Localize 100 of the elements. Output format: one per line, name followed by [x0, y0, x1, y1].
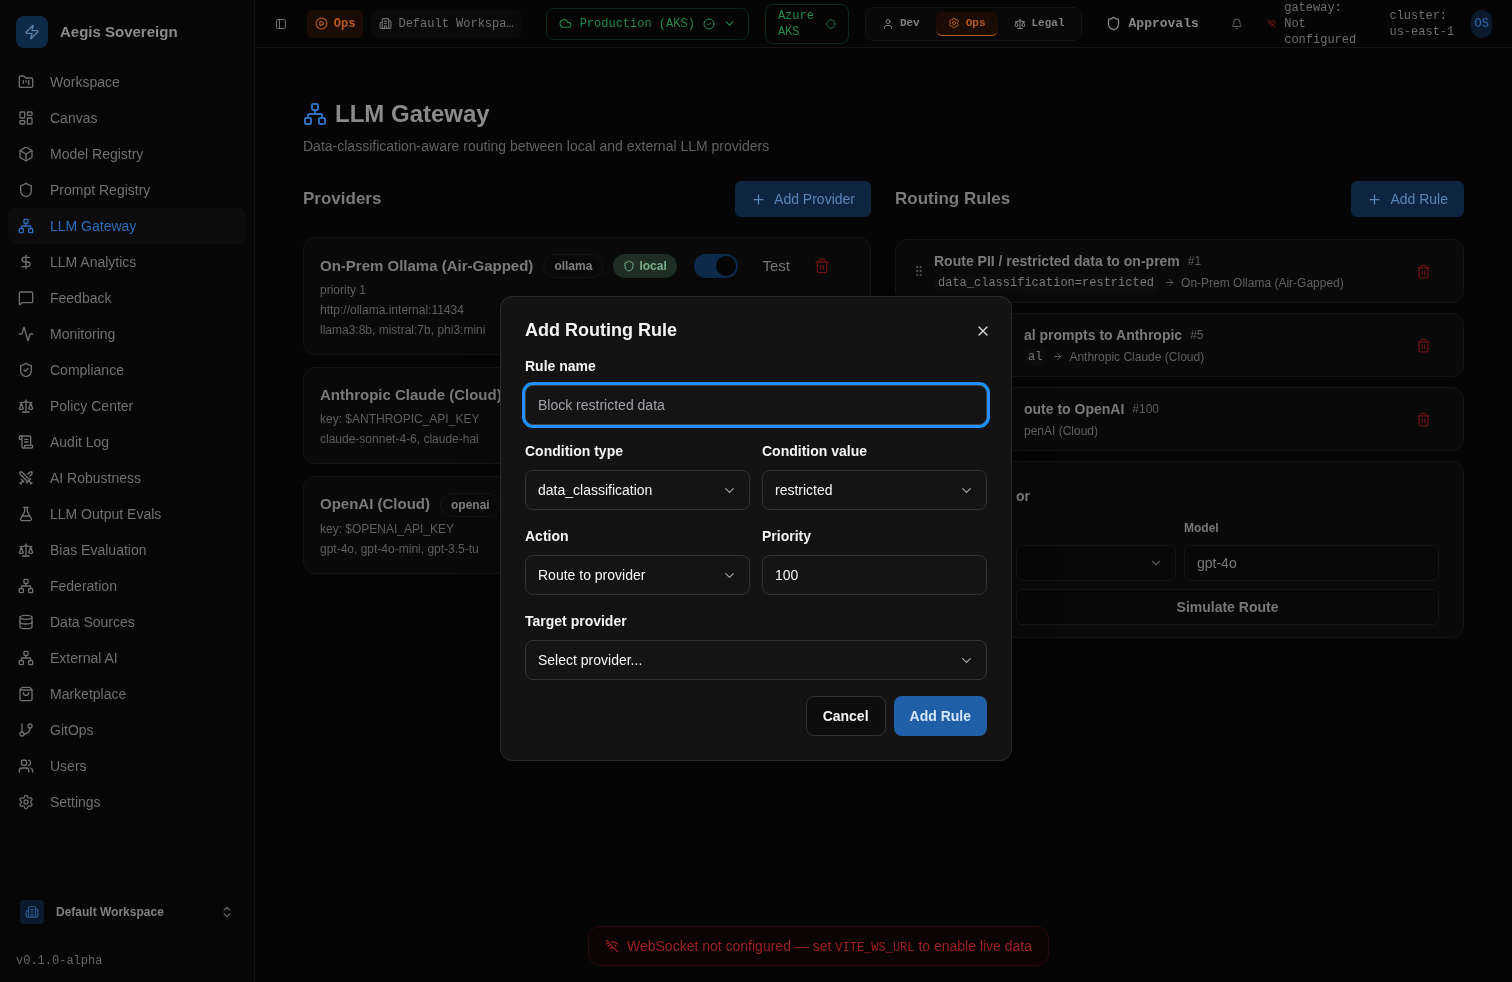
trash-icon[interactable] — [1416, 263, 1431, 279]
scale-icon — [18, 542, 34, 558]
rule-priority: #5 — [1190, 327, 1204, 344]
cluster-status: cluster: us-east-1 — [1389, 7, 1456, 40]
notifications-icon[interactable] — [1230, 15, 1243, 32]
select-field[interactable]: Select provider... — [525, 640, 987, 680]
user-avatar[interactable]: OS — [1471, 9, 1492, 38]
environment-selector[interactable]: Production (AKS) — [545, 7, 749, 40]
text-field[interactable]: 100 — [762, 555, 987, 595]
workspace-name: Default Workspace — [56, 904, 165, 921]
sidebar-item[interactable]: Audit Log — [8, 424, 246, 460]
provider-detail: claude-sonnet-4-6, claude-hai — [320, 430, 479, 447]
branch-icon — [18, 722, 34, 738]
toggle-switch[interactable] — [694, 254, 739, 278]
test-button[interactable]: Test — [762, 254, 790, 278]
sidebar-item[interactable]: Users — [8, 748, 246, 784]
provider-detail: priority 1 — [320, 282, 366, 298]
section-heading: Routing Rules — [895, 188, 1011, 211]
sidebar-item[interactable]: Compliance — [8, 352, 246, 388]
sidebar-item[interactable]: Workspace — [8, 64, 246, 100]
swords-icon — [18, 470, 34, 486]
scale-icon — [1013, 17, 1026, 30]
workspace-selector[interactable]: Default Workspace — [16, 892, 238, 932]
trash-icon[interactable] — [814, 258, 830, 274]
settings-icon — [18, 794, 34, 810]
select-field[interactable]: data_classification — [525, 470, 750, 510]
sidebar-item[interactable]: Data Sources — [8, 604, 246, 640]
rule-target: penAI (Cloud) — [1024, 422, 1099, 440]
sidebar-item[interactable]: External AI — [8, 640, 246, 676]
add-rule-button[interactable]: Add Rule — [893, 696, 987, 736]
person-icon — [881, 17, 894, 30]
field-label: Condition type — [525, 442, 623, 461]
app-name: Aegis Sovereign — [60, 21, 178, 42]
text-field[interactable]: Block restricted data — [525, 385, 987, 425]
sidebar-item[interactable]: Prompt Registry — [8, 172, 246, 208]
speech-bubble-icon — [18, 290, 34, 306]
rule-target: On-Prem Ollama (Air-Gapped) — [1181, 274, 1344, 292]
trash-icon[interactable] — [1416, 411, 1431, 427]
cube-icon — [18, 146, 34, 162]
section-heading: Providers — [303, 188, 382, 211]
version-label: v0.1.0-alpha — [16, 953, 103, 970]
provider-name: OpenAI (Cloud) — [320, 494, 430, 515]
arrow-icon — [1164, 277, 1176, 288]
circle-icon — [825, 18, 836, 29]
dollar-icon — [18, 254, 34, 270]
sidebar-item[interactable]: GitOps — [8, 712, 246, 748]
local-badge: local — [613, 254, 677, 278]
play-circle-icon — [314, 17, 328, 30]
bag-icon — [18, 686, 34, 702]
field-label: Condition value — [762, 442, 867, 461]
provider-detail: http://ollama.internal:11434 — [320, 302, 464, 318]
dialog-title: Add Routing Rule — [525, 319, 677, 342]
sidebar-item[interactable]: Policy Center — [8, 388, 246, 424]
model-field[interactable]: gpt-4o — [1184, 545, 1439, 581]
add-provider-button[interactable]: Add Provider — [735, 181, 871, 217]
pulse-icon — [18, 326, 34, 342]
logo-icon — [16, 16, 48, 48]
sidebar-item[interactable]: LLM Analytics — [8, 244, 246, 280]
cancel-button[interactable]: Cancel — [805, 696, 886, 736]
flask-icon — [18, 506, 34, 522]
role-tab[interactable]: Ops — [935, 11, 998, 36]
trash-icon[interactable] — [1416, 337, 1431, 353]
simulate-route-button[interactable]: Simulate Route — [1016, 589, 1439, 625]
page-title: LLM Gateway — [335, 99, 490, 129]
plus-icon — [751, 191, 767, 207]
building-icon — [379, 17, 393, 30]
network-icon — [303, 102, 327, 126]
select-field[interactable] — [1016, 545, 1176, 581]
role-tab[interactable]: Dev — [869, 11, 932, 36]
approvals-button[interactable]: Approvals — [1105, 13, 1199, 34]
network-icon — [18, 650, 34, 666]
rule-priority: #1 — [1187, 253, 1202, 270]
add-rule-button[interactable]: Add Rule — [1351, 181, 1464, 217]
sidebar-item[interactable]: Canvas — [8, 100, 246, 136]
select-field[interactable]: Route to provider — [525, 555, 750, 595]
sidebar-item[interactable]: Federation — [8, 568, 246, 604]
wifi-off-icon — [604, 939, 619, 953]
field-label: Action — [525, 527, 569, 546]
sidebar-item[interactable]: Settings — [8, 784, 246, 820]
rule-name: al prompts to Anthropic — [1024, 325, 1183, 345]
gear-icon — [947, 17, 960, 29]
sidebar-item[interactable]: AI Robustness — [8, 460, 246, 496]
sidebar-item[interactable]: Feedback — [8, 280, 246, 316]
gateway-status: gateway: Not configured — [1284, 0, 1358, 48]
sidebar-item[interactable]: Marketplace — [8, 676, 246, 712]
sidebar-item[interactable]: Monitoring — [8, 316, 246, 352]
users-icon — [18, 758, 34, 774]
card-heading: or — [1016, 487, 1030, 506]
select-field[interactable]: restricted — [762, 470, 987, 510]
workspace-switcher[interactable]: Default Workspa… — [371, 9, 522, 38]
sidebar-item[interactable]: Bias Evaluation — [8, 532, 246, 568]
grid-icon — [18, 110, 34, 126]
sidebar-item[interactable]: LLM Gateway — [8, 208, 246, 244]
provider-detail: llama3:8b, mistral:7b, phi3:mini — [320, 322, 486, 338]
shield-icon — [623, 260, 636, 272]
wifi-off-icon — [1266, 17, 1277, 30]
plus-icon — [1367, 191, 1383, 207]
role-tab[interactable]: Legal — [1001, 11, 1077, 36]
sidebar-item[interactable]: Model Registry — [8, 136, 246, 172]
sidebar-item[interactable]: LLM Output Evals — [8, 496, 246, 532]
